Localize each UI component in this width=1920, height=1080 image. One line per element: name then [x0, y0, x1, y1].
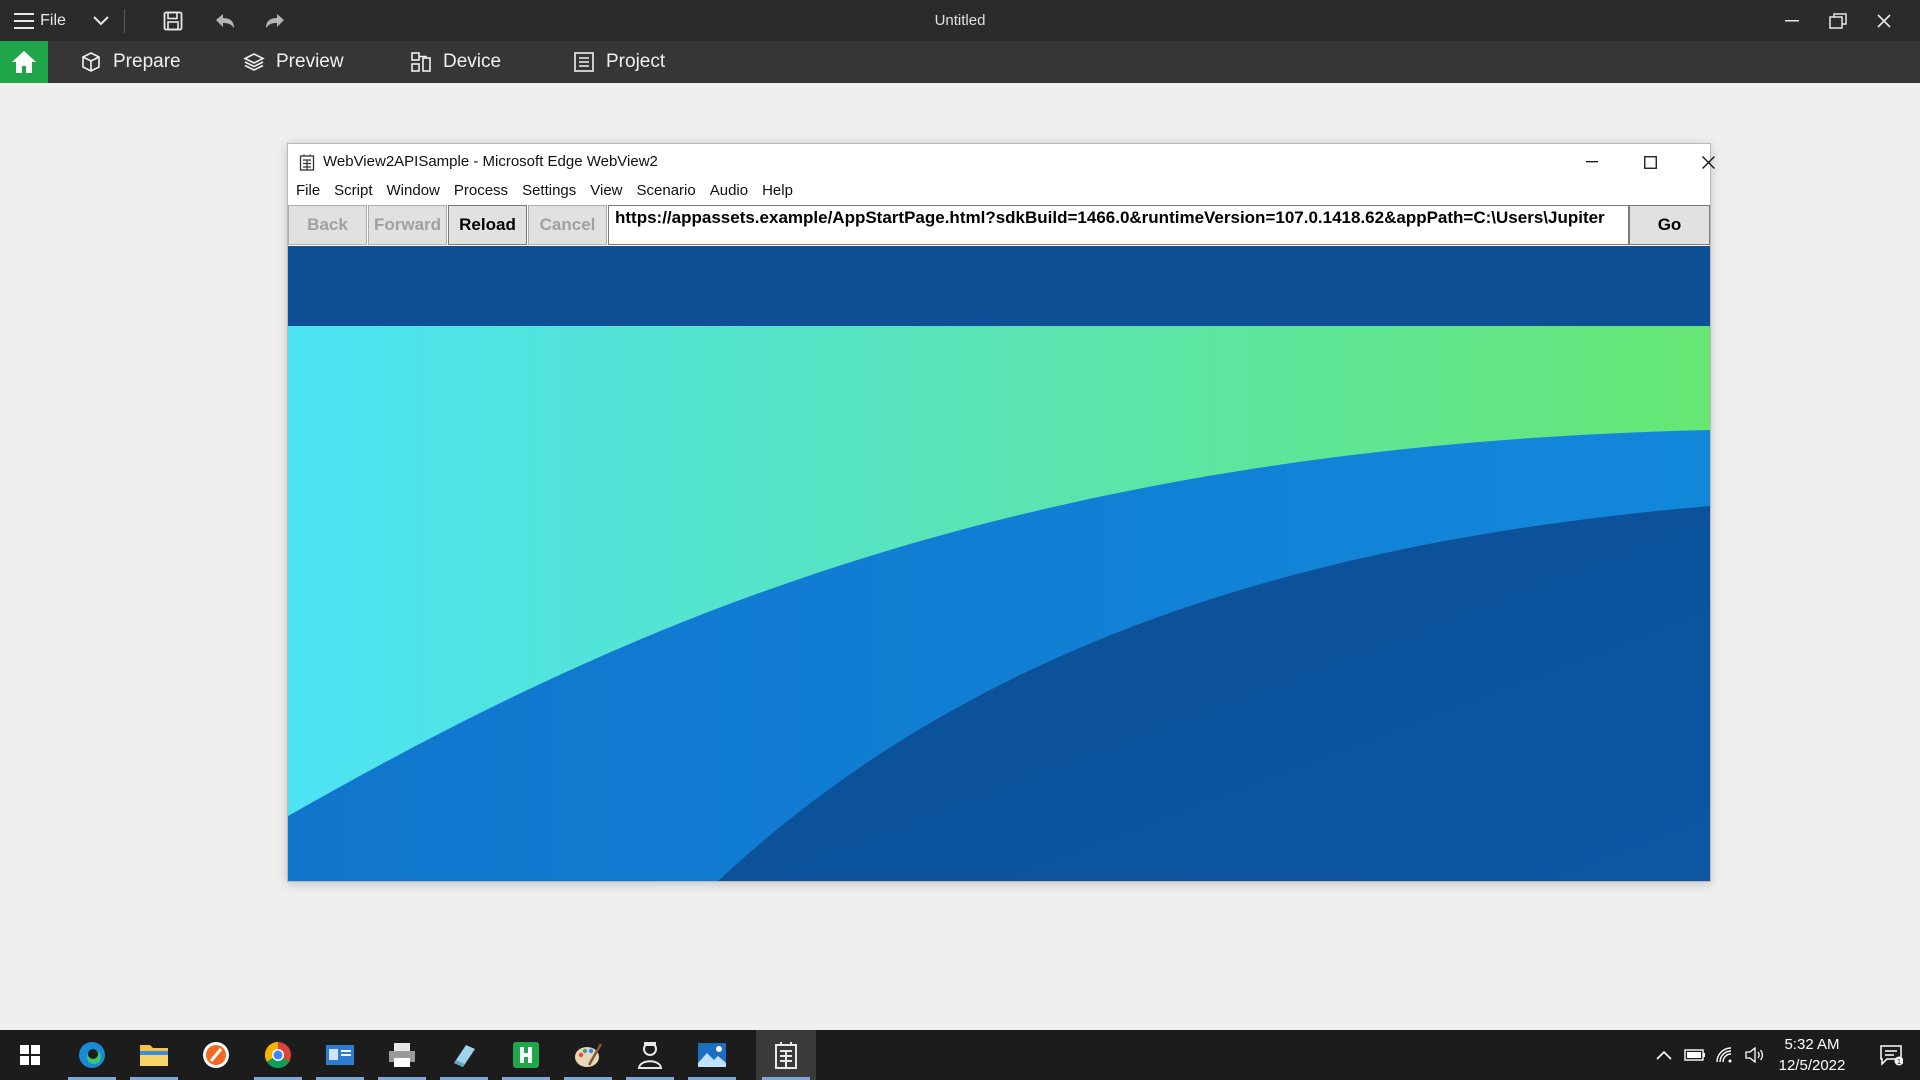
- device-icon: [411, 52, 431, 72]
- volume-icon[interactable]: [1742, 1030, 1766, 1080]
- restore-icon[interactable]: [1816, 0, 1860, 41]
- wallpaper-image: [288, 246, 1710, 881]
- notification-icon: 1: [1880, 1045, 1903, 1066]
- file-menu-button[interactable]: File: [10, 0, 70, 41]
- minimize-icon[interactable]: [1563, 144, 1621, 180]
- tab-device[interactable]: Device: [410, 41, 501, 83]
- network-icon[interactable]: [1712, 1030, 1738, 1080]
- menu-help[interactable]: Help: [755, 180, 800, 202]
- save-icon[interactable]: [158, 0, 188, 41]
- app-title-bar: File Untitled: [0, 0, 1920, 41]
- tab-prepare[interactable]: Prepare: [80, 41, 181, 83]
- notification-center[interactable]: 1: [1866, 1030, 1916, 1080]
- navigation-toolbar: Back Forward Reload Cancel https://appas…: [288, 205, 1710, 245]
- home-icon: [12, 51, 36, 73]
- hamburger-icon: [14, 12, 35, 29]
- back-button[interactable]: Back: [288, 205, 367, 245]
- taskbar-printer-app[interactable]: [372, 1030, 432, 1080]
- taskbar-file-explorer[interactable]: [124, 1030, 184, 1080]
- webview-title-bar: WebView2APISample - Microsoft Edge WebVi…: [288, 144, 1715, 180]
- ribbon-tabs: Prepare Preview Device Project: [0, 41, 1920, 83]
- tab-label: Preview: [276, 51, 344, 72]
- taskbar: 5:32 AM 12/5/2022 1: [0, 1030, 1920, 1080]
- start-icon: [20, 1045, 40, 1065]
- printer-app-icon: [389, 1043, 415, 1067]
- list-icon: [574, 52, 594, 72]
- show-hidden-icons[interactable]: [1652, 1030, 1676, 1080]
- chrome-icon: [264, 1041, 291, 1069]
- start-button[interactable]: [0, 1030, 60, 1080]
- building-app-icon: [775, 1042, 797, 1069]
- close-icon[interactable]: [1679, 144, 1737, 180]
- forward-button[interactable]: Forward: [368, 205, 447, 245]
- cancel-button[interactable]: Cancel: [528, 205, 607, 245]
- taskbar-chrome[interactable]: [248, 1030, 308, 1080]
- green-app-icon: [513, 1042, 539, 1068]
- clock-time: 5:32 AM: [1784, 1036, 1840, 1053]
- chevron-down-icon[interactable]: [86, 0, 116, 41]
- menu-settings[interactable]: Settings: [515, 180, 583, 202]
- taskbar-photos-app[interactable]: [682, 1030, 742, 1080]
- tab-label: Device: [443, 51, 502, 72]
- go-button[interactable]: Go: [1629, 205, 1710, 245]
- redo-icon[interactable]: [260, 0, 290, 41]
- tab-preview[interactable]: Preview: [243, 41, 344, 83]
- menu-view[interactable]: View: [583, 180, 629, 202]
- file-explorer-icon: [140, 1045, 168, 1066]
- menu-script[interactable]: Script: [327, 180, 379, 202]
- divider: [124, 9, 125, 33]
- file-menu-label: File: [40, 11, 66, 29]
- webview-title: WebView2APISample - Microsoft Edge WebVi…: [323, 153, 658, 170]
- orange-app-icon: [203, 1042, 229, 1068]
- home-tab[interactable]: [0, 41, 48, 83]
- layers-icon: [243, 53, 265, 71]
- webview-menu-bar: File Script Window Process Settings View…: [289, 180, 800, 202]
- minimize-icon[interactable]: [1770, 0, 1814, 41]
- menu-file[interactable]: File: [289, 180, 327, 202]
- menu-window[interactable]: Window: [380, 180, 447, 202]
- tab-project[interactable]: Project: [573, 41, 665, 83]
- person-app-icon: [637, 1042, 663, 1069]
- photos-app-icon: [698, 1043, 726, 1067]
- edge-icon: [79, 1042, 105, 1068]
- taskbar-person-app[interactable]: [620, 1030, 680, 1080]
- app-window-icon: [299, 154, 315, 171]
- address-bar[interactable]: https://appassets.example/AppStartPage.h…: [608, 205, 1629, 245]
- menu-scenario[interactable]: Scenario: [630, 180, 703, 202]
- close-icon[interactable]: [1862, 0, 1906, 41]
- taskbar-edge[interactable]: [62, 1030, 122, 1080]
- taskbar-paint-app[interactable]: [558, 1030, 618, 1080]
- paint-app-icon: [575, 1043, 603, 1067]
- taskbar-green-app[interactable]: [496, 1030, 556, 1080]
- clock-date: 12/5/2022: [1778, 1057, 1846, 1074]
- reload-button[interactable]: Reload: [448, 205, 527, 245]
- taskbar-id-card-app[interactable]: [310, 1030, 370, 1080]
- chevron-up-icon: [1656, 1050, 1672, 1060]
- svg-text:1: 1: [1897, 1058, 1901, 1066]
- tab-label: Prepare: [113, 51, 181, 72]
- menu-audio[interactable]: Audio: [703, 180, 755, 202]
- id-card-app-icon: [326, 1045, 354, 1065]
- maximize-icon[interactable]: [1621, 144, 1679, 180]
- taskbar-building-app[interactable]: [756, 1030, 816, 1080]
- webview-window: WebView2APISample - Microsoft Edge WebVi…: [287, 143, 1715, 882]
- tab-label: Project: [606, 51, 666, 72]
- taskbar-eraser-app[interactable]: [434, 1030, 494, 1080]
- webview-content: [288, 246, 1710, 881]
- cube-icon: [82, 52, 100, 72]
- taskbar-orange-app[interactable]: [186, 1030, 246, 1080]
- undo-icon[interactable]: [210, 0, 240, 41]
- system-clock[interactable]: 5:32 AM 12/5/2022: [1764, 1030, 1860, 1080]
- eraser-app-icon: [454, 1045, 475, 1067]
- battery-icon[interactable]: [1682, 1030, 1708, 1080]
- menu-process[interactable]: Process: [447, 180, 515, 202]
